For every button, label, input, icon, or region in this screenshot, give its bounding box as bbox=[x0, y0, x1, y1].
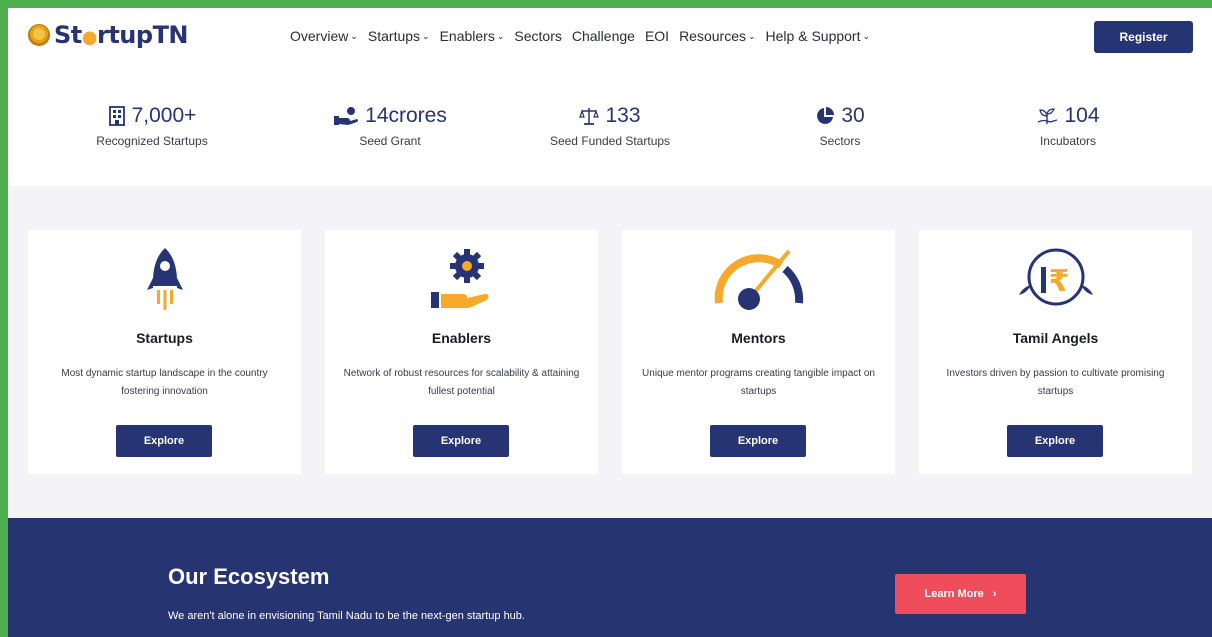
rocket-icon bbox=[146, 248, 183, 310]
explore-tamil-angels-button[interactable]: Explore bbox=[1007, 425, 1103, 457]
nav-overview[interactable]: Overview ⌄ bbox=[290, 28, 358, 44]
stat-value: 30 bbox=[841, 104, 865, 127]
stat-label: Recognized Startups bbox=[96, 134, 208, 148]
incubator-plant-icon bbox=[1038, 108, 1058, 124]
main-nav: Overview ⌄ Startups ⌄ Enablers ⌄ Sectors Ch… bbox=[290, 28, 880, 44]
card-title: Enablers bbox=[431, 330, 492, 346]
nav-eoi[interactable]: EOI bbox=[645, 28, 669, 44]
stat-value: 14crores bbox=[365, 104, 447, 127]
building-icon bbox=[108, 106, 125, 126]
stat-incubators: 104 Incubators bbox=[968, 104, 1168, 148]
card-description: Most dynamic startup landscape in the co… bbox=[61, 368, 268, 397]
stat-seed-funded: 133 Seed Funded Startups bbox=[510, 104, 710, 148]
learn-more-button[interactable]: Learn More › bbox=[895, 574, 1026, 614]
scales-icon bbox=[579, 108, 600, 125]
explore-startups-button[interactable]: Explore bbox=[116, 425, 212, 457]
card-description: Investors driven by passion to cultivate… bbox=[946, 368, 1165, 397]
stat-label: Seed Funded Startups bbox=[549, 134, 671, 148]
explore-enablers-button[interactable]: Explore bbox=[413, 425, 509, 457]
card-title: Tamil Angels bbox=[1012, 330, 1099, 346]
card-description: Unique mentor programs creating tangible… bbox=[642, 368, 875, 397]
chevron-down-icon: ⌄ bbox=[422, 30, 430, 41]
card-description: Network of robust resources for scalabil… bbox=[343, 368, 580, 397]
stat-label: Sectors bbox=[819, 134, 861, 148]
stat-recognized-startups: 7,000+ Recognized Startups bbox=[52, 104, 252, 148]
stat-value: 133 bbox=[605, 104, 641, 127]
chevron-down-icon: ⌄ bbox=[862, 30, 871, 41]
stat-seed-grant: 14crores Seed Grant bbox=[290, 104, 490, 148]
card-title: Startups bbox=[136, 330, 193, 346]
logo-wordmark: St●rtupTN bbox=[54, 21, 189, 49]
card-title: Mentors bbox=[731, 330, 786, 346]
chevron-right-icon: › bbox=[992, 588, 997, 600]
stat-label: Seed Grant bbox=[359, 134, 421, 148]
stat-label: Incubators bbox=[1039, 134, 1097, 148]
stat-value: 104 bbox=[1064, 104, 1100, 127]
page-frame: St●rtupTN Overview ⌄ Startups ⌄ Enablers ⌄ … bbox=[8, 8, 1212, 637]
stat-sectors: 30 Sectors bbox=[740, 104, 940, 148]
pie-icon bbox=[817, 107, 835, 124]
card-enablers: Enablers Network of robust resources for… bbox=[325, 230, 598, 474]
card-tamil-angels: ₹ Tamil Angels Investors driven by passi… bbox=[919, 230, 1192, 474]
nav-sectors[interactable]: Sectors bbox=[514, 28, 561, 44]
register-button[interactable]: Register bbox=[1094, 21, 1193, 53]
ecosystem-heading: Our Ecosystem bbox=[168, 564, 330, 589]
rupee-angel-icon: ₹ bbox=[1018, 248, 1093, 306]
ecosystem-subtitle: We aren't alone in envisioning Tamil Nad… bbox=[168, 610, 525, 622]
chevron-down-icon: ⌄ bbox=[496, 30, 505, 41]
stat-value: 7,000+ bbox=[131, 104, 197, 127]
tn-seal-icon bbox=[28, 24, 50, 46]
nav-help-support[interactable]: Help & Support ⌄ bbox=[766, 28, 871, 44]
nav-challenge[interactable]: Challenge bbox=[572, 28, 635, 44]
chevron-down-icon: ⌄ bbox=[747, 30, 756, 41]
card-startups: Startups Most dynamic startup landscape … bbox=[28, 230, 301, 474]
stats-bar: 7,000+ Recognized Startups 14crores Seed… bbox=[8, 66, 1212, 186]
card-mentors: Mentors Unique mentor programs creating … bbox=[622, 230, 895, 474]
startuptn-logo[interactable]: St●rtupTN bbox=[28, 20, 189, 50]
nav-resources[interactable]: Resources ⌄ bbox=[679, 28, 755, 44]
grant-hand-icon bbox=[334, 107, 359, 125]
nav-startups[interactable]: Startups ⌄ bbox=[368, 28, 430, 44]
gear-hand-icon bbox=[430, 249, 489, 308]
top-navbar: St●rtupTN Overview ⌄ Startups ⌄ Enablers ⌄ … bbox=[8, 8, 1212, 66]
gauge-icon bbox=[714, 249, 803, 310]
chevron-down-icon: ⌄ bbox=[350, 30, 358, 41]
explore-mentors-button[interactable]: Explore bbox=[710, 425, 806, 457]
svg-text:₹: ₹ bbox=[1048, 264, 1069, 299]
ecosystem-banner: Our Ecosystem We aren't alone in envisio… bbox=[8, 518, 1212, 637]
nav-enablers[interactable]: Enablers ⌄ bbox=[440, 28, 505, 44]
